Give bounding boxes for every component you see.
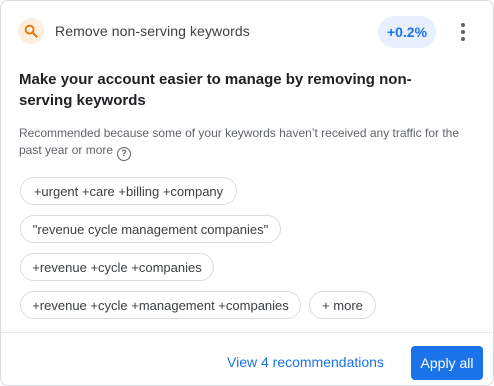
keyword-chip: "revenue cycle management companies": [20, 215, 281, 243]
impact-badge: +0.2%: [378, 16, 436, 48]
recommendation-reason: Recommended because some of your keyword…: [19, 125, 479, 161]
more-keywords-chip[interactable]: + more: [309, 291, 376, 319]
view-recommendations-link[interactable]: View 4 recommendations: [227, 354, 384, 370]
apply-all-button[interactable]: Apply all: [411, 346, 483, 380]
card-header: Remove non-serving keywords +0.2%: [1, 1, 493, 63]
reason-text: Recommended because some of your keyword…: [19, 126, 460, 157]
search-icon: [18, 18, 44, 44]
keyword-chip: +revenue +cycle +management +companies: [20, 291, 301, 319]
more-vert-icon[interactable]: [453, 20, 473, 44]
recommendation-headline: Make your account easier to manage by re…: [19, 71, 412, 109]
help-icon[interactable]: ?: [117, 146, 132, 161]
footer-divider: [1, 332, 493, 333]
recommendation-title: Remove non-serving keywords: [55, 23, 250, 39]
keyword-chip: +urgent +care +billing +company: [20, 177, 237, 205]
keyword-chip: +revenue +cycle +companies: [20, 253, 214, 281]
recommendation-card: Remove non-serving keywords +0.2% Make y…: [0, 0, 494, 386]
